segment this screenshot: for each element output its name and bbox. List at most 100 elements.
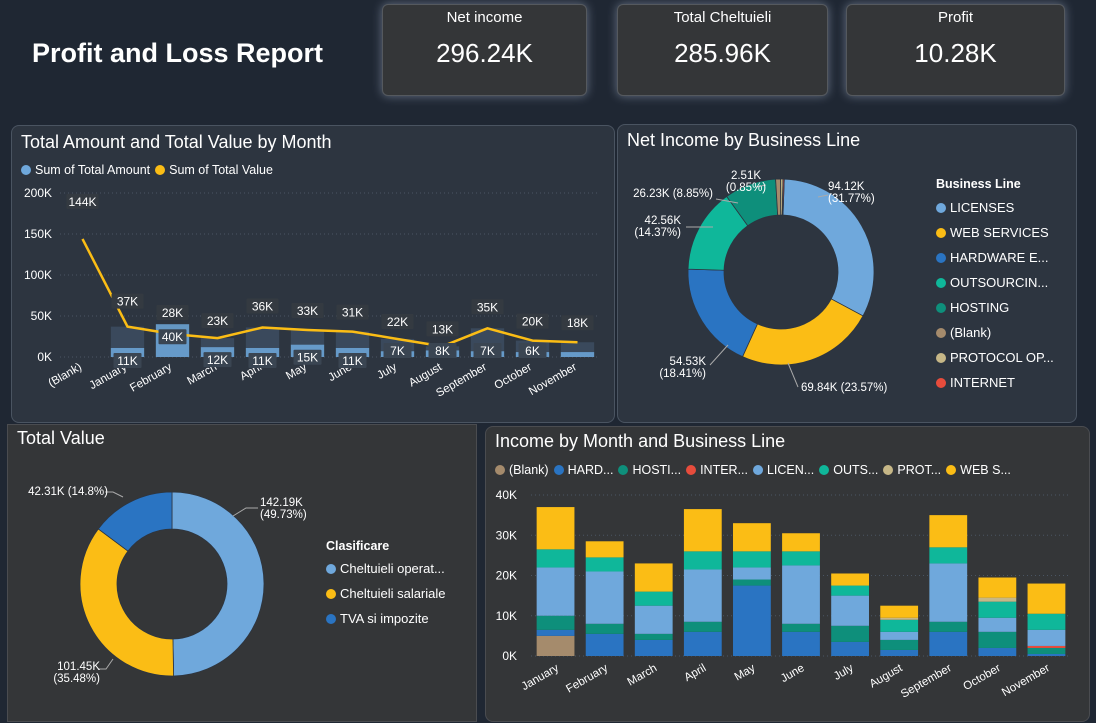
legend-item[interactable]: HARDWARE E... <box>936 245 1054 270</box>
stack-segment <box>929 515 968 548</box>
legend-item[interactable]: WEB SERVICES <box>936 220 1054 245</box>
stack-segment <box>683 621 722 632</box>
stack-segment <box>1027 653 1066 656</box>
stack-segment <box>782 551 820 566</box>
stack-segment <box>634 639 673 656</box>
y-tick-label: 150K <box>24 227 52 241</box>
y-tick-label: 30K <box>496 528 517 542</box>
stack-segment <box>929 621 968 632</box>
total-value-panel[interactable]: Total Value 142.19K (49.73%) 101.45K (35.48… <box>7 424 477 722</box>
data-label-value: 31K <box>342 306 363 320</box>
donut-slice <box>171 491 265 677</box>
kpi-label: Total Cheltuieli <box>673 9 772 26</box>
stack-segment <box>929 631 968 656</box>
stack-segment <box>585 557 624 572</box>
leader-line <box>709 344 729 366</box>
amount-value-panel[interactable]: Total Amount and Total Value by Month Su… <box>11 125 615 423</box>
data-label-amount: 6K <box>525 344 540 358</box>
stack-segment <box>1027 647 1066 654</box>
data-label-amount: 12K <box>207 353 228 367</box>
legend-dot <box>936 352 946 363</box>
stack-segment <box>880 649 919 656</box>
data-label-value: 13K <box>432 322 453 336</box>
legend-item[interactable]: TVA si impozite <box>326 606 446 631</box>
stack-segment <box>585 571 624 624</box>
stack-segment <box>831 595 869 626</box>
slice-label-value: 142.19K <box>260 497 303 509</box>
legend-dot <box>936 277 946 288</box>
stack-segment <box>536 507 575 550</box>
legend-label: LICENSES <box>950 200 1015 215</box>
y-tick-label: 100K <box>24 268 52 282</box>
legend-title: Clasificare <box>326 539 390 553</box>
stack-segment <box>683 551 722 570</box>
y-tick-label: 0K <box>37 350 52 364</box>
stack-segment <box>831 641 869 656</box>
stack-segment <box>978 601 1017 618</box>
stack-segment <box>880 605 919 618</box>
leader-line <box>232 507 258 517</box>
x-tick-label: February <box>564 662 610 696</box>
legend-item[interactable]: OUTSOURCIN... <box>936 270 1054 295</box>
kpi-card-total-cheltuieli: Total Cheltuieli 285.96K <box>617 4 828 96</box>
legend-dot <box>326 588 336 599</box>
stack-segment <box>831 573 869 586</box>
stack-segment <box>978 647 1017 656</box>
stack-segment <box>782 623 820 632</box>
legend-label: HOSTING <box>950 300 1010 315</box>
kpi-value: 296.24K <box>436 38 533 68</box>
legend-item[interactable]: (Blank) <box>936 320 1054 345</box>
data-label-value: 28K <box>162 306 183 320</box>
stack-segment <box>782 565 820 624</box>
data-label-amount: 11K <box>252 354 272 368</box>
data-label-amount: 8K <box>435 344 450 358</box>
y-tick-label: 10K <box>496 609 517 623</box>
legend-item[interactable]: INTERNET <box>936 370 1054 395</box>
kpi-label: Net income <box>446 9 523 26</box>
data-label-amount: 40K <box>162 330 183 344</box>
x-tick-label: September <box>899 662 954 701</box>
x-tick-label: March <box>626 662 660 688</box>
legend-dot <box>936 327 946 338</box>
y-tick-label: 40K <box>496 488 517 502</box>
data-label-amount: 7K <box>390 344 405 358</box>
legend-dot <box>936 227 946 238</box>
leader-line <box>787 362 799 388</box>
y-tick-label: 50K <box>31 309 52 323</box>
donut-slice <box>687 268 758 358</box>
stack-segment <box>880 619 919 632</box>
slice-label-pct: (31.77%) <box>828 193 875 205</box>
stack-segment <box>536 549 575 568</box>
slice-label: 69.84K (23.57%) <box>801 382 887 394</box>
legend-label: TVA si impozite <box>340 611 429 626</box>
y-tick-label: 0K <box>502 649 517 663</box>
legend-item[interactable]: HOSTING <box>936 295 1054 320</box>
legend-dot <box>936 302 946 313</box>
x-tick-label: November <box>527 361 579 398</box>
stack-segment <box>634 633 673 640</box>
slice-label-value: 2.51K <box>731 170 761 182</box>
kpi-card-profit: Profit 10.28K <box>846 4 1065 96</box>
stack-segment <box>978 631 1017 648</box>
stack-segment <box>978 597 1017 602</box>
slice-label-value: 54.53K <box>670 356 707 368</box>
legend-item[interactable]: Cheltuieli salariale <box>326 581 446 606</box>
kpi-value: 285.96K <box>674 38 771 68</box>
stack-segment <box>733 579 771 586</box>
kpi-value: 10.28K <box>914 38 997 68</box>
legend-label: INTERNET <box>950 375 1015 390</box>
net-income-panel[interactable]: Net Income by Business Line 94.12K (31.77… <box>617 124 1077 423</box>
stack-segment <box>536 615 575 630</box>
stack-segment <box>536 629 575 636</box>
income-month-bl-panel[interactable]: Income by Month and Business Line (Blank… <box>485 426 1090 722</box>
legend-dot <box>326 613 336 624</box>
legend-item[interactable]: PROTOCOL OP... <box>936 345 1054 370</box>
slice-label-pct: (0.85%) <box>726 182 766 194</box>
legend-dot <box>326 563 336 574</box>
stack-segment <box>683 569 722 622</box>
legend-item[interactable]: LICENSES <box>936 195 1054 220</box>
stack-segment <box>634 563 673 592</box>
legend-dot <box>936 252 946 263</box>
legend-item[interactable]: Cheltuieli operat... <box>326 556 446 581</box>
slice-label-pct: (49.73%) <box>260 509 307 521</box>
